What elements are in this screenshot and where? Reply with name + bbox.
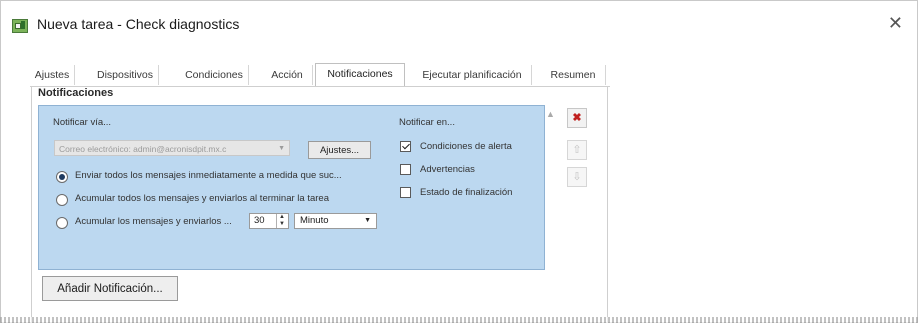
tab-condiciones[interactable]: Condiciones xyxy=(180,65,249,85)
interval-unit-value: Minuto xyxy=(300,215,329,226)
bottom-edge-divider xyxy=(0,317,918,323)
radio-accumulate-interval[interactable] xyxy=(56,217,68,229)
checkbox-completion-status[interactable] xyxy=(400,187,411,198)
tab-ejecutar-planificacion[interactable]: Ejecutar planificación xyxy=(413,65,532,85)
move-down-icon[interactable]: ⇩ xyxy=(567,167,587,187)
task-app-icon xyxy=(12,19,28,33)
tab-resumen[interactable]: Resumen xyxy=(541,65,606,85)
radio-accumulate-interval-label: Acumular los mensajes y enviarlos ... xyxy=(75,216,232,227)
interval-unit-select[interactable]: Minuto ▼ xyxy=(294,213,377,229)
move-up-icon[interactable]: ⇧ xyxy=(567,140,587,160)
notification-settings-button[interactable]: Ajustes... xyxy=(308,141,371,159)
chevron-down-icon: ▼ xyxy=(278,145,285,152)
close-icon[interactable]: ✕ xyxy=(888,12,903,34)
radio-send-immediately[interactable] xyxy=(56,171,68,183)
interval-stepper[interactable]: 30 ▲ ▼ xyxy=(249,213,289,229)
scroll-up-icon[interactable]: ▲ xyxy=(546,109,555,119)
email-recipient-select: Correo electrónico: admin@acronisdpit.mx… xyxy=(54,140,290,156)
notify-on-label: Notificar en... xyxy=(399,117,455,128)
tab-dispositivos[interactable]: Dispositivos xyxy=(92,65,159,85)
tab-ajustes[interactable]: Ajustes xyxy=(30,65,75,85)
tab-accion[interactable]: Acción xyxy=(262,65,313,85)
window-title: Nueva tarea - Check diagnostics xyxy=(37,16,240,32)
checkbox-completion-status-label: Estado de finalización xyxy=(420,187,513,198)
checkbox-warnings-label: Advertencias xyxy=(420,164,475,175)
add-notification-button[interactable]: Añadir Notificación... xyxy=(42,276,178,301)
tab-notificaciones[interactable]: Notificaciones xyxy=(315,63,405,87)
checkbox-alert-conditions-label: Condiciones de alerta xyxy=(420,141,512,152)
task-window: Nueva tarea - Check diagnostics ✕ Ajuste… xyxy=(0,0,918,323)
delete-icon[interactable]: ✖ xyxy=(567,108,587,128)
checkbox-warnings[interactable] xyxy=(400,164,411,175)
radio-accumulate-end[interactable] xyxy=(56,194,68,206)
checkbox-alert-conditions[interactable] xyxy=(400,141,411,152)
section-title: Notificaciones xyxy=(38,87,114,99)
stepper-arrows-icon[interactable]: ▲ ▼ xyxy=(276,214,287,228)
radio-send-immediately-label: Enviar todos los mensajes inmediatamente… xyxy=(75,170,342,181)
notify-via-label: Notificar vía... xyxy=(53,117,112,128)
radio-accumulate-end-label: Acumular todos los mensajes y enviarlos … xyxy=(75,193,329,204)
interval-value: 30 xyxy=(254,215,265,226)
chevron-down-icon: ▼ xyxy=(364,217,371,224)
email-recipient-value: Correo electrónico: admin@acronisdpit.mx… xyxy=(59,144,227,154)
title-bar: Nueva tarea - Check diagnostics ✕ xyxy=(1,1,917,45)
